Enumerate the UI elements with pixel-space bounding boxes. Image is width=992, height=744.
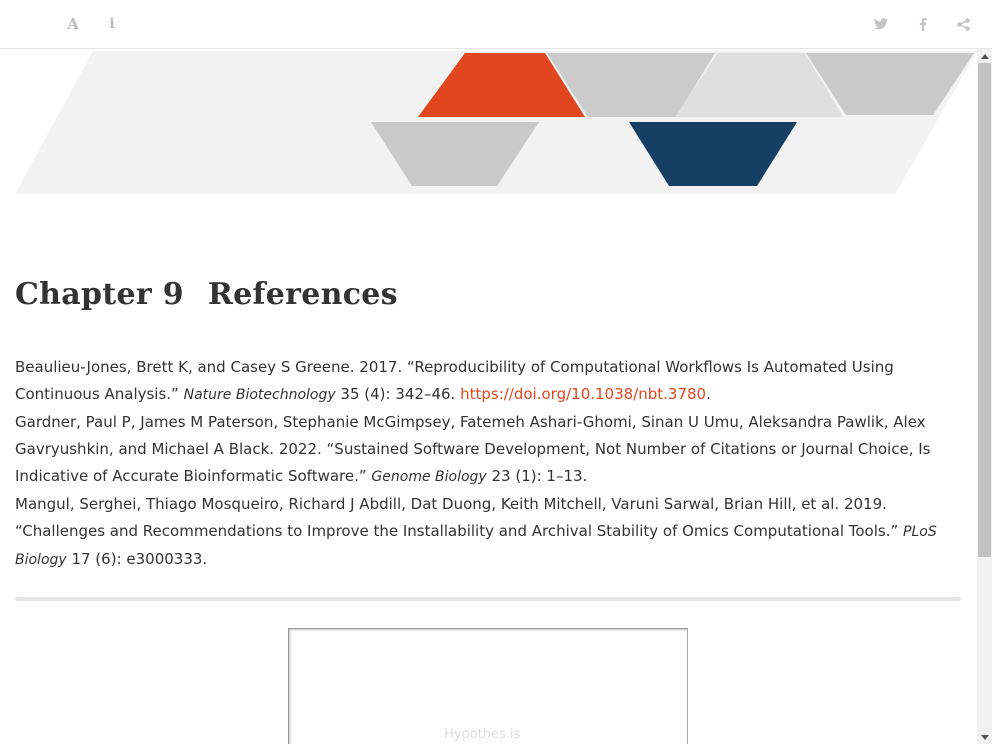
share-icon: [956, 17, 970, 31]
twitter-share-button[interactable]: [869, 12, 893, 36]
chapter-banner-graphic: [15, 51, 977, 194]
page-content: Chapter 9 References Beaulieu-Jones, Bret…: [0, 49, 977, 744]
font-settings-button[interactable]: A: [61, 12, 85, 36]
reference-details: 17 (6): e3000333.: [66, 550, 208, 568]
info-button[interactable]: i: [100, 12, 124, 36]
chapter-heading: Chapter 9 References: [15, 277, 398, 312]
info-icon: i: [109, 16, 115, 32]
embedded-frame[interactable]: Hypothes.is: [288, 628, 688, 744]
reference-punctuation: .: [706, 385, 711, 403]
scroll-down-arrow[interactable]: [977, 730, 992, 744]
reference-details: 23 (1): 1–13.: [486, 467, 588, 485]
arrow-down-icon: [980, 734, 989, 740]
reference-list: Beaulieu-Jones, Brett K, and Casey S Gre…: [15, 354, 965, 574]
share-button[interactable]: [951, 12, 975, 36]
reference-entry: Mangul, Serghei, Thiago Mosqueiro, Richa…: [15, 491, 965, 574]
scrollbar-thumb[interactable]: [978, 63, 991, 557]
reference-journal: Genome Biology: [371, 469, 487, 485]
chapter-number: Chapter 9: [15, 277, 184, 312]
facebook-share-button[interactable]: [911, 12, 935, 36]
reference-entry: Beaulieu-Jones, Brett K, and Casey S Gre…: [15, 354, 965, 409]
reference-journal: Nature Biotechnology: [183, 387, 336, 403]
book-toolbar: A i: [0, 0, 992, 49]
section-divider: [15, 597, 961, 601]
reference-details: 35 (4): 342–46.: [335, 385, 461, 403]
facebook-icon: [919, 17, 927, 31]
reference-text: Mangul, Serghei, Thiago Mosqueiro, Richa…: [15, 495, 904, 540]
reference-entry: Gardner, Paul P, James M Paterson, Steph…: [15, 409, 965, 491]
font-icon: A: [67, 15, 79, 33]
reference-doi-link[interactable]: https://doi.org/10.1038/nbt.3780: [460, 385, 706, 403]
arrow-up-icon: [980, 53, 989, 59]
embedded-frame-label: Hypothes.is: [444, 727, 521, 742]
twitter-icon: [874, 18, 888, 30]
scroll-up-arrow[interactable]: [977, 49, 992, 63]
chapter-title: References: [207, 277, 398, 312]
vertical-scrollbar[interactable]: [977, 49, 992, 744]
